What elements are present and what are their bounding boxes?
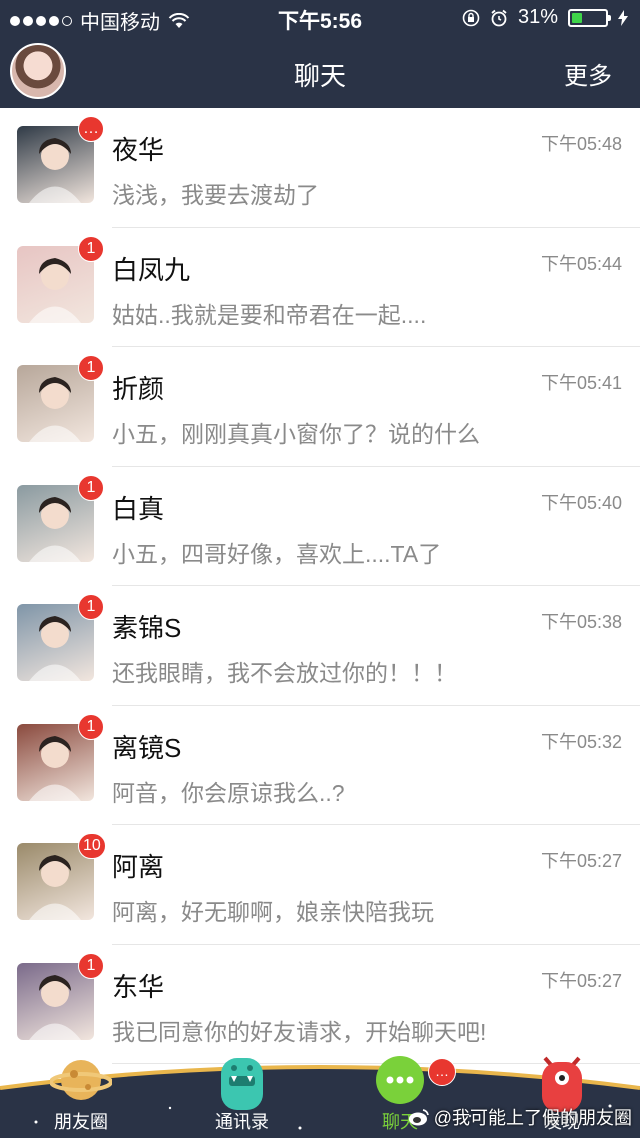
last-message: 还我眼睛，我不会放过你的！！！ xyxy=(112,660,457,686)
message-time: 下午05:41 xyxy=(540,373,622,393)
weibo-icon xyxy=(408,1109,429,1126)
battery-icon xyxy=(568,8,611,27)
tab-chat-badge: … xyxy=(428,1058,456,1086)
last-message: 小五，刚刚真真小窗你了？说的什么 xyxy=(112,421,480,447)
last-message: 我已同意你的好友请求，开始聊天吧! xyxy=(112,1018,487,1045)
contact-name: 阿离 xyxy=(112,852,165,882)
monster-teal-icon xyxy=(221,1058,263,1110)
message-time: 下午05:27 xyxy=(540,851,622,871)
contact-name: 离镜S xyxy=(112,732,182,763)
watermark-text: @我可能上了假的朋友圈 xyxy=(433,1108,632,1128)
chat-row[interactable]: 1 折颜小五，刚刚真真小窗你了？说的什么 下午05:41 xyxy=(0,347,640,467)
more-button[interactable]: 更多 xyxy=(564,56,612,91)
last-message: 小五，四哥好像，喜欢上....TA了 xyxy=(112,540,442,567)
tab-label: 通讯录 xyxy=(215,1112,269,1132)
status-bar: 中国移动 下午5:56 31% xyxy=(0,0,640,36)
chat-row[interactable]: 1 东华我已同意你的好友请求，开始聊天吧! 下午05:27 xyxy=(0,945,640,1064)
tab-label: 朋友圈 xyxy=(54,1112,108,1132)
chat-row[interactable]: 1 离镜S 阿音，你会原谅我么..? 下午05:32 xyxy=(0,706,640,825)
message-time: 下午05:40 xyxy=(540,492,622,513)
unread-badge: 1 xyxy=(78,474,104,501)
unread-badge: 1 xyxy=(78,594,104,620)
monster-red-icon xyxy=(542,1056,582,1112)
unread-badge: 1 xyxy=(78,713,104,740)
unread-badge: … xyxy=(78,116,104,142)
contact-name: 白真 xyxy=(112,493,165,524)
message-time: 下午05:44 xyxy=(540,253,622,274)
tab-contacts[interactable]: 通讯录 xyxy=(182,1058,302,1138)
chat-row[interactable]: 10 阿离阿离，好无聊啊，娘亲快陪我玩 下午05:27 xyxy=(0,825,640,945)
chat-list: … 夜华浅浅，我要去渡劫了 下午05:48 1 白凤九姑姑..我就是要和帝君在一起...… xyxy=(0,108,640,1064)
unread-badge: 10 xyxy=(78,833,106,859)
battery-percent: 31% xyxy=(517,6,558,28)
status-right: 31% xyxy=(462,6,628,29)
last-message: 浅浅，我要去渡劫了 xyxy=(112,182,319,208)
top-bar: 中国移动 下午5:56 31% 聊天 更多 xyxy=(0,0,640,108)
chat-row[interactable]: 1 白真小五，四哥好像，喜欢上....TA了 下午05:40 xyxy=(0,467,640,586)
alarm-icon xyxy=(491,9,507,26)
message-time: 下午05:27 xyxy=(540,970,622,991)
chat-row[interactable]: 1 白凤九姑姑..我就是要和帝君在一起.... 下午05:44 xyxy=(0,228,640,347)
last-message: 阿音，你会原谅我么..? xyxy=(112,779,345,806)
tab-bar: 朋友圈 通讯录 … 聊天 发现 @我可能上了假的朋友圈 xyxy=(0,1056,640,1138)
chat-row[interactable]: … 夜华浅浅，我要去渡劫了 下午05:48 xyxy=(0,108,640,228)
message-time: 下午05:32 xyxy=(540,731,622,752)
chat-row[interactable]: 1 素锦S 还我眼睛，我不会放过你的！！！ 下午05:38 xyxy=(0,586,640,706)
page-title: 聊天 xyxy=(293,61,346,91)
contact-name: 白凤九 xyxy=(112,254,191,285)
message-time: 下午05:48 xyxy=(540,134,622,154)
watermark: @我可能上了假的朋友圈 xyxy=(408,1104,632,1130)
message-time: 下午05:38 xyxy=(540,612,622,632)
contact-name: 东华 xyxy=(112,971,165,1002)
planet-icon xyxy=(50,1060,112,1100)
contact-name: 素锦S xyxy=(112,613,182,643)
tab-moments[interactable]: 朋友圈 xyxy=(21,1058,141,1138)
charging-bolt-icon xyxy=(618,9,628,26)
last-message: 阿离，好无聊啊，娘亲快陪我玩 xyxy=(112,899,434,925)
chat-bubble-icon xyxy=(376,1056,424,1104)
unread-badge: 1 xyxy=(78,355,104,381)
rotation-lock-icon xyxy=(462,9,480,26)
unread-badge: 1 xyxy=(78,235,104,262)
unread-badge: 1 xyxy=(78,952,104,979)
last-message: 姑姑..我就是要和帝君在一起.... xyxy=(112,301,427,328)
contact-name: 折颜 xyxy=(112,374,165,404)
contact-name: 夜华 xyxy=(112,135,165,165)
